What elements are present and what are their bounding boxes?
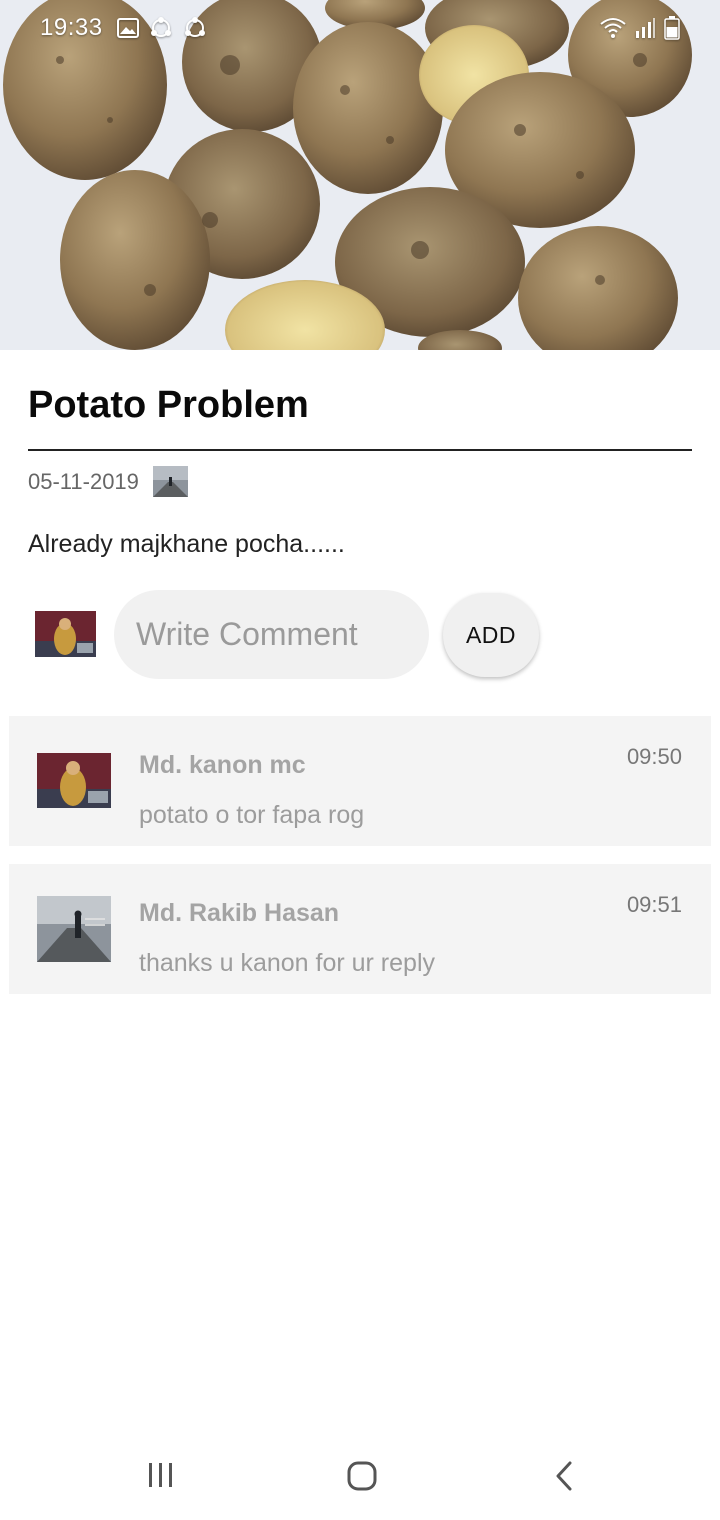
signal-icon bbox=[636, 18, 655, 38]
commenter-avatar[interactable] bbox=[37, 753, 111, 808]
gallery-icon bbox=[116, 18, 139, 38]
comment-time: 09:51 bbox=[626, 892, 682, 917]
post-meta: 05-11-2019 bbox=[28, 466, 188, 497]
status-time: 19:33 bbox=[40, 14, 103, 41]
post-body: Already majkhane pocha...... bbox=[28, 530, 345, 558]
comment-text: potato o tor fapa rog bbox=[139, 801, 365, 829]
current-user-avatar bbox=[35, 611, 96, 657]
author-avatar[interactable] bbox=[152, 466, 188, 497]
system-navigation-bar bbox=[0, 1436, 720, 1520]
comment-item[interactable]: Md. kanon mc potato o tor fapa rog 09:50 bbox=[9, 716, 711, 846]
recents-icon[interactable] bbox=[146, 1460, 176, 1490]
status-bar: 19:33 bbox=[0, 0, 720, 56]
comment-time: 09:50 bbox=[626, 744, 682, 769]
home-icon[interactable] bbox=[346, 1460, 378, 1492]
wifi-icon bbox=[600, 18, 626, 38]
comment-item[interactable]: Md. Rakib Hasan thanks u kanon for ur re… bbox=[9, 864, 711, 994]
sync-icon bbox=[184, 17, 205, 37]
post-title: Potato Problem bbox=[28, 384, 309, 426]
battery-icon bbox=[664, 16, 680, 40]
commenter-name: Md. kanon mc bbox=[139, 751, 306, 779]
commenter-avatar[interactable] bbox=[37, 896, 111, 962]
sync-icon bbox=[150, 17, 171, 37]
title-divider bbox=[28, 449, 692, 451]
back-icon[interactable] bbox=[552, 1460, 576, 1492]
comment-input[interactable] bbox=[114, 590, 429, 679]
comment-text: thanks u kanon for ur reply bbox=[139, 949, 435, 977]
post-date: 05-11-2019 bbox=[28, 468, 139, 494]
commenter-name: Md. Rakib Hasan bbox=[139, 899, 340, 927]
add-comment-button[interactable]: ADD bbox=[443, 593, 539, 677]
